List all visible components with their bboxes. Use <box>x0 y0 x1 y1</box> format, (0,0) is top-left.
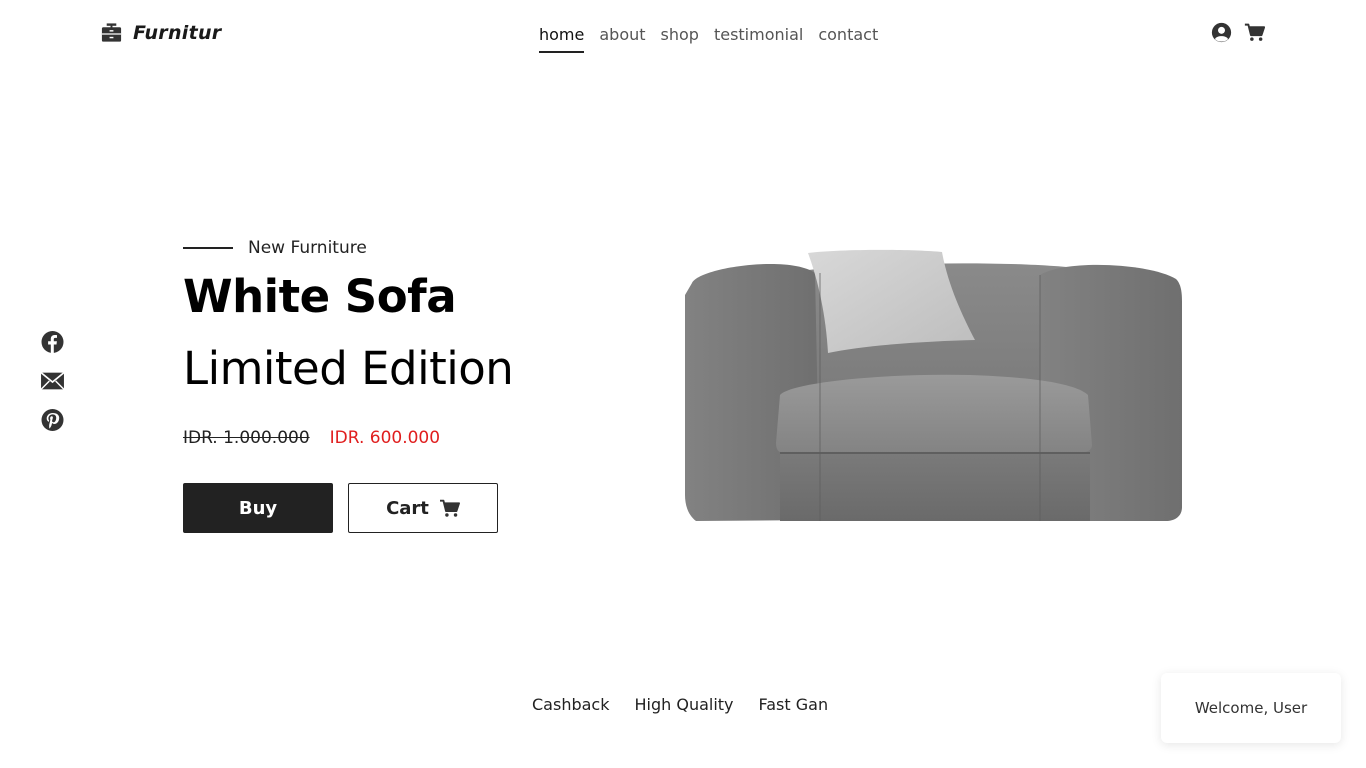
eyebrow-text: New Furniture <box>248 238 367 258</box>
pinterest-icon[interactable] <box>40 408 65 432</box>
welcome-text: Welcome, User <box>1194 699 1308 717</box>
user-circle-icon[interactable] <box>1211 22 1232 43</box>
brand-logo[interactable]: Furnitur <box>100 22 221 44</box>
feature-high-quality: High Quality <box>634 695 734 714</box>
feature-list: Cashback High Quality Fast Gan <box>532 695 828 714</box>
original-price: IDR. 1.000.000 <box>183 428 310 448</box>
dresser-icon <box>101 23 122 42</box>
hero-title-line1: White Sofa <box>183 270 457 323</box>
envelope-icon[interactable] <box>40 369 65 393</box>
buy-button-label: Buy <box>238 497 278 519</box>
eyebrow-divider <box>183 247 233 249</box>
nav-about[interactable]: about <box>599 25 645 53</box>
brand-name: Furnitur <box>133 22 222 44</box>
main-nav: home about shop testimonial contact <box>539 25 878 53</box>
feature-cashback: Cashback <box>532 695 610 714</box>
welcome-toast: Welcome, User <box>1161 673 1341 743</box>
nav-home[interactable]: home <box>539 25 585 53</box>
cart-icon[interactable] <box>1244 22 1265 43</box>
add-to-cart-button[interactable]: Cart <box>348 483 498 533</box>
buy-button[interactable]: Buy <box>183 483 333 533</box>
nav-testimonial[interactable]: testimonial <box>714 25 803 53</box>
nav-contact[interactable]: contact <box>818 25 878 53</box>
sofa-image <box>685 249 1182 521</box>
feature-fast: Fast Gan <box>758 695 829 714</box>
nav-shop[interactable]: shop <box>661 25 699 53</box>
hero-title-line2: Limited Edition <box>183 342 514 395</box>
cart-icon <box>439 499 460 517</box>
social-links <box>40 330 65 432</box>
cart-button-label: Cart <box>386 497 429 519</box>
sale-price: IDR. 600.000 <box>329 428 441 448</box>
hero-eyebrow: New Furniture <box>183 238 367 258</box>
header-actions <box>1211 22 1265 43</box>
price-block: IDR. 1.000.000 IDR. 600.000 <box>183 428 440 448</box>
facebook-icon[interactable] <box>40 330 65 354</box>
